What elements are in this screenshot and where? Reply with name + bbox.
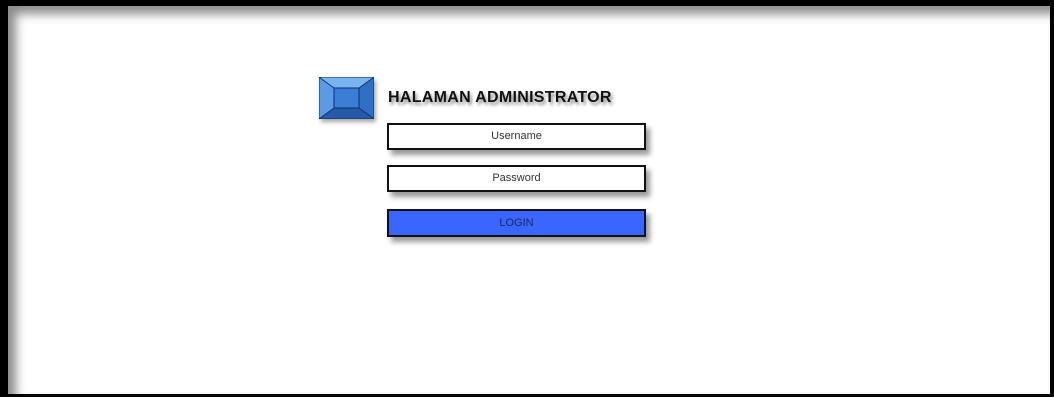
username-placeholder: Username <box>491 130 542 142</box>
password-placeholder: Password <box>492 172 541 184</box>
login-button[interactable]: LOGIN <box>387 209 646 237</box>
username-input[interactable]: Username <box>387 123 646 150</box>
window-frame <box>0 0 1054 397</box>
password-input[interactable]: Password <box>387 165 646 192</box>
page-title: HALAMAN ADMINISTRATOR <box>388 89 612 106</box>
admin-logo-icon <box>319 77 374 119</box>
login-button-label: LOGIN <box>499 217 534 229</box>
